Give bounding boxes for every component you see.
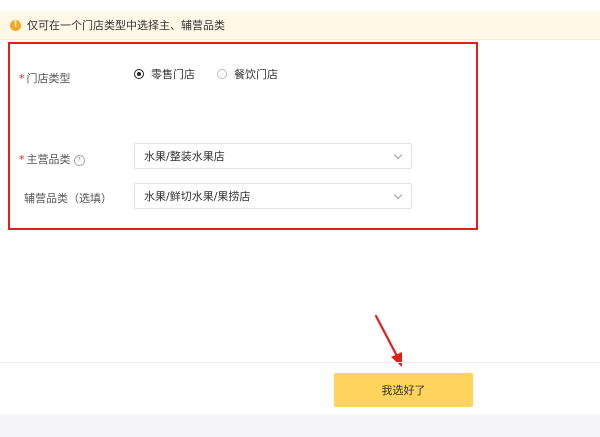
footer-band — [0, 414, 600, 437]
required-mark: * — [19, 72, 25, 85]
warning-icon: ! — [10, 19, 21, 31]
sub-category-label: 辅营品类（选填） — [24, 192, 112, 205]
radio-catering-store[interactable]: 餐饮门店 — [217, 66, 278, 82]
required-mark: * — [19, 153, 25, 166]
divider — [0, 362, 600, 363]
sub-category-select[interactable]: 水果/鲜切水果/果捞店 — [134, 183, 412, 209]
chevron-down-icon — [393, 150, 403, 160]
confirm-button[interactable]: 我选好了 — [334, 373, 473, 407]
chevron-down-icon — [393, 190, 403, 200]
radio-unchecked-icon — [217, 69, 227, 79]
radio-retail-store[interactable]: 零售门店 — [134, 66, 195, 82]
main-category-label: * 主营品类? — [19, 151, 85, 167]
store-type-radio-group: 零售门店 餐饮门店 — [134, 66, 300, 82]
notice-text: 仅可在一个门店类型中选择主、辅营品类 — [27, 19, 225, 32]
store-type-label: * 门店类型 — [19, 72, 71, 85]
notice-bar: ! 仅可在一个门店类型中选择主、辅营品类 — [0, 11, 600, 40]
main-category-select[interactable]: 水果/整装水果店 — [134, 143, 412, 169]
radio-checked-icon — [134, 69, 144, 79]
question-circle-icon[interactable]: ? — [73, 155, 85, 166]
